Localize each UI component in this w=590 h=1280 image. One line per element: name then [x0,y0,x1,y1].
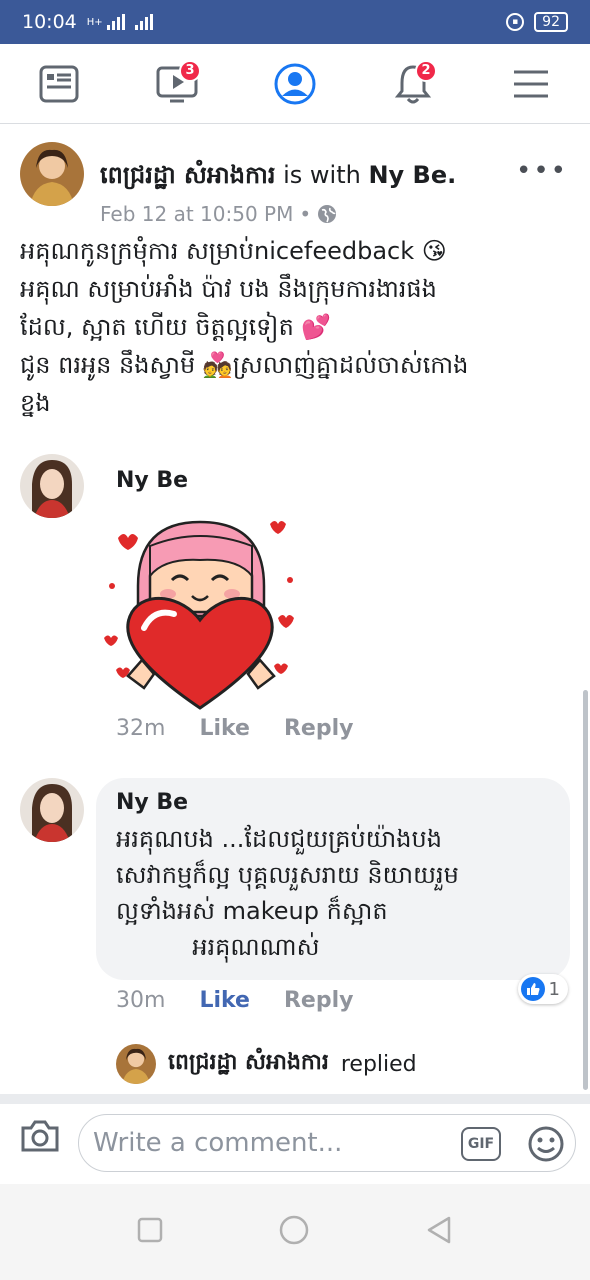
scrollbar[interactable] [583,690,588,1090]
commenter-name[interactable]: Ny Be [116,790,550,815]
replies-link[interactable]: ពេជ្ររដ្ឋា សំអាងការ replied [116,1044,417,1084]
home-button[interactable] [278,1214,310,1250]
reply-author-name: ពេជ្ររដ្ឋា សំអាងការ [168,1050,329,1075]
author-avatar[interactable] [20,142,84,206]
video-badge: 3 [179,59,201,82]
signal-icon-2 [134,14,153,30]
profile-tab[interactable] [265,54,325,114]
post-line: ដែល, ស្អាត ហើយ ចិត្តល្អទៀត 💕 [20,313,332,341]
post-author-line: ពេជ្ររដ្ឋា សំអាងការ is with Ny Be. [100,160,456,195]
commenter-avatar[interactable] [20,454,84,518]
battery-level: 92 [542,14,560,30]
post-body: អគុណកូនក្រមុំការ សម្រាប់nicefeedback 😘 អ… [20,232,570,422]
comment-line: ល្អទាំងអស់ makeup ក៏ស្អាត [116,897,388,925]
notifications-tab[interactable]: 2 [383,54,443,114]
reply-button[interactable]: Reply [284,988,354,1013]
back-button[interactable] [425,1215,453,1249]
status-bar: 10:04 H+ ▪ 92 [0,0,590,44]
android-nav-bar [0,1184,590,1280]
meta-separator: • [299,202,312,226]
comment-placeholder: Write a comment... [93,1128,343,1158]
recents-button[interactable] [137,1217,163,1247]
top-nav: 3 2 [0,44,590,124]
comment-text-body: អរគុណបង ...ដែលជួយគ្រប់យ៉ាងបង សេវាកម្មក៏ល… [116,821,550,965]
emoji-icon[interactable] [527,1125,565,1170]
square-icon [138,1217,163,1243]
hamburger-menu-icon [514,70,548,97]
comment-line: អរគុណបង ...ដែលជួយគ្រប់យ៉ាងបង [116,825,442,853]
more-options-icon[interactable]: ••• [516,156,568,186]
signal-icon [106,14,125,30]
with-text: is with [275,161,369,189]
menu-tab[interactable] [501,54,561,114]
author-name[interactable]: ពេជ្ររដ្ឋា សំអាងការ [100,161,275,189]
lock-icon: ▪ [506,13,525,31]
reaction-summary[interactable]: 1 [517,974,568,1004]
post-timestamp[interactable]: Feb 12 at 10:50 PM [100,202,293,226]
replied-label: replied [340,1051,417,1077]
tagged-name[interactable]: Ny Be. [368,161,456,189]
profile-icon [274,63,316,104]
comment-text: Ny Be អរគុណបង ...ដែលជួយគ្រប់យ៉ាងបង សេវាក… [20,778,580,1028]
like-button[interactable]: Like [199,716,250,741]
post-header: ពេជ្ររដ្ឋា សំអាងការ is with Ny Be. Feb 1… [20,142,580,226]
comment-actions: 32m Like Reply [116,716,353,741]
status-time: 10:04 [22,11,77,33]
comment-line: អរគុណណាស់ [116,933,320,961]
reply-button[interactable]: Reply [284,716,354,741]
watch-tab[interactable]: 3 [147,54,207,114]
comment-sticker: Ny Be 32m Like Reply [20,454,580,754]
comment-time[interactable]: 30m [116,988,165,1013]
camera-icon[interactable] [20,1118,60,1158]
comment-line: សេវាកម្មក៏ល្អ បុគ្គលរួសរាយ និយាយរួម [116,861,459,889]
network-type-label: H+ [86,16,103,28]
news-feed-icon [39,65,79,102]
commenter-name[interactable]: Ny Be [116,468,188,493]
battery-icon: 92 [534,12,568,32]
post-line: ខ្នង [20,389,51,417]
circle-icon [279,1215,309,1245]
comment-composer: Write a comment... GIF [0,1094,590,1184]
reaction-count: 1 [548,978,560,1000]
back-triangle-icon [427,1216,450,1244]
like-button-active[interactable]: Like [199,988,250,1013]
notifications-badge: 2 [415,59,437,82]
heart-girl-sticker[interactable] [98,516,308,716]
reply-author-avatar [116,1044,156,1084]
post-meta: Feb 12 at 10:50 PM • [100,202,337,226]
post-line: អគុណ សម្រាប់អាំង ប៉ាវ បង នឹងក្រុមការងារផ… [20,275,437,303]
post-line: អគុណកូនក្រមុំការ សម្រាប់nicefeedback 😘 [20,237,447,265]
comment-bubble[interactable]: Ny Be អរគុណបង ...ដែលជួយគ្រប់យ៉ាងបង សេវាក… [96,778,570,980]
commenter-avatar[interactable] [20,778,84,842]
comment-time[interactable]: 32m [116,716,165,741]
comment-input[interactable]: Write a comment... GIF [78,1114,576,1172]
post-line: ជូន ពរអូន នឹងស្វាមី 💑ស្រលាញ់គ្នាដល់ចាស់ក… [20,351,469,379]
globe-icon [318,205,337,223]
comment-actions: 30m Like Reply [116,988,353,1013]
gif-button[interactable]: GIF [461,1127,501,1161]
thumbs-up-icon [520,977,545,1001]
news-feed-tab[interactable] [29,54,89,114]
